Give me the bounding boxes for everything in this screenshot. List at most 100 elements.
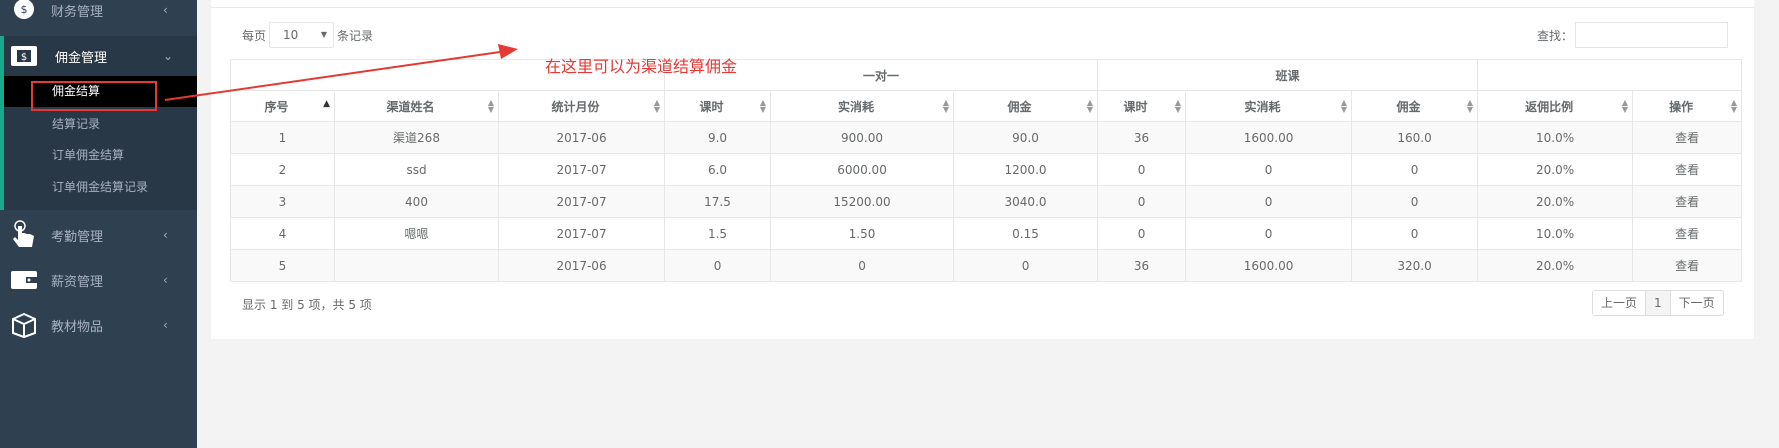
- table-cell: 0: [953, 249, 1099, 282]
- commission-table: 一对一 班课 序号 ▲ 渠道姓名 ▲ ▼ 统计月份 ▲ ▼ 课时 ▲ ▼ 实消耗 ▲ ▼ 佣金 ▲ ▼ 课时 ▲ ▼ 实…: [229, 59, 1743, 282]
- group-header-class: 班课: [1097, 59, 1479, 91]
- table-cell: 6000.00: [770, 153, 955, 186]
- column-header[interactable]: 课时 ▲ ▼: [664, 90, 772, 122]
- table-cell: 2017-07: [497, 153, 666, 186]
- table-cell: 0: [1351, 217, 1479, 250]
- view-link[interactable]: 查看: [1632, 249, 1743, 282]
- sort-icon: ▲ ▼: [1621, 98, 1629, 114]
- column-header-label: 佣金: [1396, 99, 1421, 114]
- column-header-label: 课时: [1123, 99, 1148, 114]
- column-header-row: 序号 ▲ 渠道姓名 ▲ ▼ 统计月份 ▲ ▼ 课时 ▲ ▼ 实消耗 ▲ ▼ 佣金 ▲ ▼ 课时 ▲ ▼ 实消耗 ▲ ▼ 佣金 ▲…: [230, 90, 1743, 122]
- table-cell: 2017-07: [497, 217, 666, 250]
- svg-text:$: $: [21, 52, 27, 63]
- sort-icon: ▲ ▼: [1174, 98, 1182, 114]
- chevron-left-icon: ‹: [163, 228, 168, 242]
- next-page-button[interactable]: 下一页: [1670, 291, 1723, 315]
- sidebar: $ 财务管理 ‹ $ 佣金管理 ⌄ 佣金结算 结算记录 订单佣金结算 订单佣金结…: [0, 0, 197, 448]
- column-header[interactable]: 统计月份 ▲ ▼: [497, 90, 666, 122]
- table-row: 3 400 2017-07 17.5 15200.00 3040.0 0 0 0 20.0% 查看: [230, 185, 1743, 218]
- column-header-label: 操作: [1669, 99, 1694, 114]
- group-header-row: 一对一 班课: [229, 59, 1743, 91]
- column-header[interactable]: 序号 ▲: [230, 90, 335, 122]
- table-cell: 400: [334, 185, 499, 218]
- sort-icon: ▲ ▼: [1730, 98, 1738, 114]
- column-header[interactable]: 课时 ▲ ▼: [1097, 90, 1187, 122]
- table-cell: 20.0%: [1477, 249, 1634, 282]
- table-cell: 0: [1185, 153, 1353, 186]
- per-page-select[interactable]: 10 ▼: [269, 22, 334, 48]
- submenu-item-settle-records[interactable]: 结算记录: [4, 109, 197, 139]
- column-header[interactable]: 渠道姓名 ▲ ▼: [334, 90, 499, 122]
- sidebar-item-attendance[interactable]: 考勤管理 ‹: [0, 215, 197, 255]
- search-input[interactable]: [1575, 22, 1728, 48]
- column-header-label: 统计月份: [551, 99, 600, 114]
- table-cell: 2017-06: [497, 249, 666, 282]
- per-page-value: 10: [283, 28, 299, 42]
- sort-icon: ▲ ▼: [1340, 98, 1348, 114]
- table-cell: 0: [1185, 217, 1353, 250]
- view-link[interactable]: 查看: [1632, 153, 1743, 186]
- table-cell: 17.5: [664, 185, 772, 218]
- table-cell: 900.00: [770, 121, 955, 154]
- table-info: 显示 1 到 5 项，共 5 项: [242, 298, 372, 312]
- column-header-label: 佣金: [1007, 99, 1032, 114]
- sidebar-item-label: 佣金管理: [55, 50, 108, 66]
- sort-asc-icon: ▲: [323, 99, 330, 109]
- money-bag-icon: $: [10, 0, 38, 24]
- table-row: 4 嗯嗯 2017-07 1.5 1.50 0.15 0 0 0 10.0% 查看: [230, 217, 1743, 250]
- prev-page-button[interactable]: 上一页: [1593, 291, 1647, 315]
- sidebar-item-salary[interactable]: 薪资管理 ‹: [0, 260, 197, 300]
- table-cell: 20.0%: [1477, 185, 1634, 218]
- table-cell: 1600.00: [1185, 121, 1353, 154]
- hand-pointer-icon: [10, 220, 38, 249]
- table-cell: 1: [230, 121, 335, 154]
- view-link[interactable]: 查看: [1632, 121, 1743, 154]
- table-cell: 1200.0: [953, 153, 1099, 186]
- caret-down-icon: ▼: [320, 30, 327, 39]
- column-header[interactable]: 操作 ▲ ▼: [1632, 90, 1743, 122]
- table-cell: 320.0: [1351, 249, 1479, 282]
- submenu-item-order-commission-records[interactable]: 订单佣金结算记录: [4, 172, 197, 202]
- table-row: 1 渠道268 2017-06 9.0 900.00 90.0 36 1600.00 160.0…: [230, 121, 1743, 154]
- per-page-prefix: 每页: [242, 29, 267, 43]
- sort-icon: ▲ ▼: [653, 98, 661, 114]
- table-cell: 渠道268: [334, 121, 499, 154]
- sidebar-item-finance[interactable]: $ 财务管理 ‹: [0, 0, 197, 30]
- sort-icon: ▲ ▼: [759, 98, 767, 114]
- table-cell: 0: [1351, 185, 1479, 218]
- column-header[interactable]: 实消耗 ▲ ▼: [1185, 90, 1353, 122]
- table-row: 2 ssd 2017-07 6.0 6000.00 1200.0 0 0 0 20.0% 查看: [230, 153, 1743, 186]
- view-link[interactable]: 查看: [1632, 185, 1743, 218]
- column-header[interactable]: 佣金 ▲ ▼: [1351, 90, 1479, 122]
- sidebar-item-commission[interactable]: $ 佣金管理 ⌄: [0, 36, 197, 76]
- submenu-item-order-commission-settle[interactable]: 订单佣金结算: [4, 140, 197, 170]
- table-cell: 15200.00: [770, 185, 955, 218]
- column-header[interactable]: 返佣比例 ▲ ▼: [1477, 90, 1634, 122]
- table-row: 5 2017-06 0 0 0 36 1600.00 320.0 20.0% 查看: [230, 249, 1743, 282]
- table-cell: 36: [1097, 249, 1187, 282]
- table-cell: 10.0%: [1477, 217, 1634, 250]
- table-cell: 4: [230, 217, 335, 250]
- sidebar-item-label: 财务管理: [51, 4, 104, 20]
- column-header[interactable]: 佣金 ▲ ▼: [953, 90, 1099, 122]
- table-cell: 90.0: [953, 121, 1099, 154]
- svg-text:$: $: [21, 3, 28, 16]
- sidebar-item-label: 薪资管理: [51, 274, 104, 290]
- table-cell: 5: [230, 249, 335, 282]
- view-link[interactable]: 查看: [1632, 217, 1743, 250]
- sort-icon: ▲ ▼: [487, 98, 494, 114]
- wallet-icon: [10, 266, 38, 294]
- column-header[interactable]: 实消耗 ▲ ▼: [770, 90, 955, 122]
- column-header-label: 序号: [264, 99, 289, 114]
- table-body: 1 渠道268 2017-06 9.0 900.00 90.0 36 1600.00 160.0…: [230, 121, 1743, 282]
- table-cell: 0: [770, 249, 955, 282]
- column-header-label: 实消耗: [838, 99, 875, 114]
- chevron-down-icon: ⌄: [163, 49, 174, 63]
- pagination: 上一页 1 下一页: [1592, 290, 1724, 316]
- table-cell: 2017-07: [497, 185, 666, 218]
- table-cell: 36: [1097, 121, 1187, 154]
- sidebar-item-materials[interactable]: 教材物品 ‹: [0, 305, 197, 345]
- page-button-1[interactable]: 1: [1646, 291, 1671, 315]
- divider: [211, 7, 1754, 8]
- highlight-box: [31, 81, 157, 111]
